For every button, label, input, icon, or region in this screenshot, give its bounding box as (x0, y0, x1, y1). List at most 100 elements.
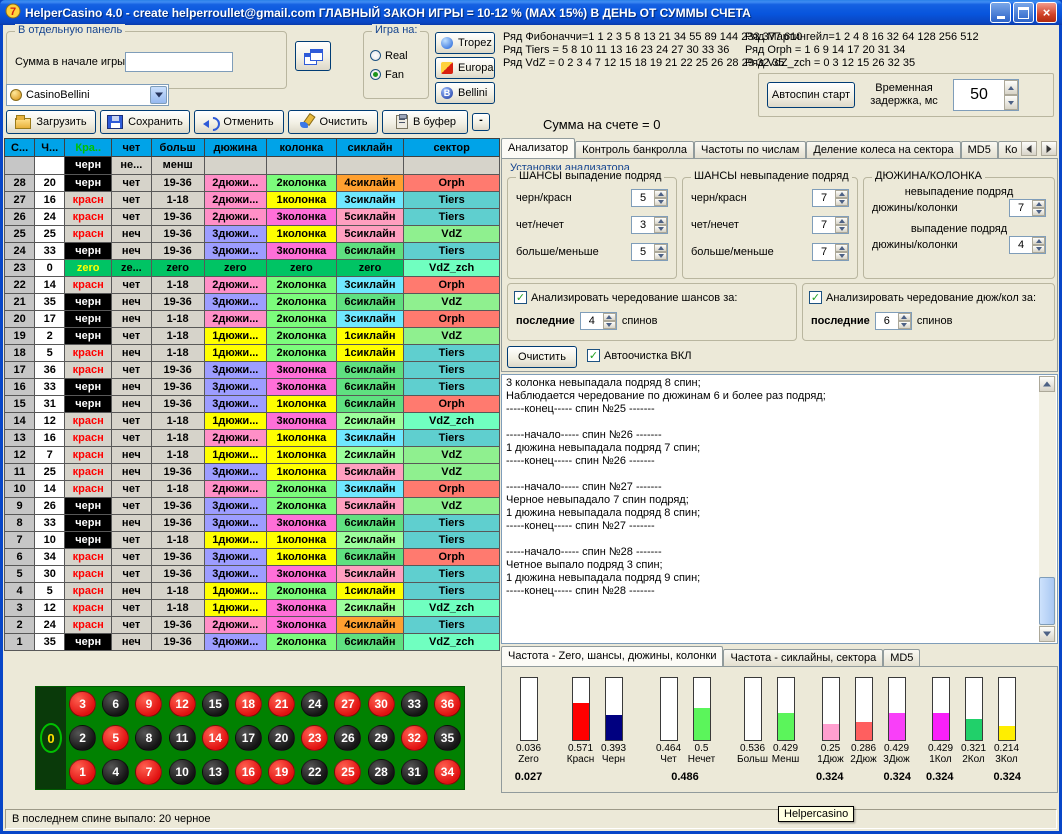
absent-1-spinner[interactable]: 7 (812, 216, 849, 234)
board-number-11[interactable]: 11 (169, 725, 196, 751)
board-number-28[interactable]: 28 (368, 759, 395, 785)
minimize-button[interactable] (990, 2, 1011, 23)
casino-button-bellini[interactable]: BBellini (435, 82, 495, 104)
spin-row-11[interactable]: 1125красннеч19-363дюжи...1колонка5сиклай… (5, 464, 500, 481)
spin-row-5[interactable]: 530краснчет19-363дюжи...3колонка5сиклайн… (5, 566, 500, 583)
board-number-20[interactable]: 20 (268, 725, 295, 751)
dozen-appear-spinner-value[interactable]: 4 (1010, 237, 1032, 253)
column-header-line[interactable]: сиклайн (336, 139, 404, 157)
tab-MD5[interactable]: MD5 (961, 141, 998, 158)
alt-dozens-spinner-value[interactable]: 6 (876, 313, 898, 329)
spin-row-10[interactable]: 1014краснчет1-182дюжи...2колонка3сиклайн… (5, 481, 500, 498)
alt-chances-spinner[interactable]: 4 (580, 312, 617, 330)
column-header-column[interactable]: колонка (267, 139, 337, 157)
board-number-16[interactable]: 16 (235, 759, 262, 785)
absent-2-spinner-up[interactable] (835, 244, 848, 252)
column-header-color[interactable]: Кра.. (65, 139, 112, 157)
maximize-button[interactable] (1013, 2, 1034, 23)
freq-tab-Частота - Zero, шансы, дюжины, колонки[interactable]: Частота - Zero, шансы, дюжины, колонки (501, 646, 723, 666)
board-number-19[interactable]: 19 (268, 759, 295, 785)
board-number-25[interactable]: 25 (334, 759, 361, 785)
alt-chances-checkbox[interactable]: ✓ (514, 291, 527, 304)
clear-button[interactable]: Очистить (288, 110, 378, 134)
spin-row-4[interactable]: 45красннеч1-181дюжи...2колонка1сиклайнTi… (5, 583, 500, 600)
freq-tab-MD5[interactable]: MD5 (883, 649, 920, 666)
absent-2-spinner-down[interactable] (835, 252, 848, 260)
dozen-appear-spinner-down[interactable] (1032, 245, 1045, 253)
clear-log-button[interactable]: Очистить (507, 346, 577, 368)
appear-2-spinner-up[interactable] (654, 244, 667, 252)
undo-button[interactable]: Отменить (194, 110, 284, 134)
spin-row-17[interactable]: 1736краснчет19-363дюжи...3колонка6сиклай… (5, 362, 500, 379)
column-header-number[interactable]: Ч... (35, 139, 65, 157)
board-number-9[interactable]: 9 (135, 691, 162, 717)
board-number-32[interactable]: 32 (401, 725, 428, 751)
start-sum-input[interactable] (125, 52, 233, 72)
tab-scroll-left[interactable] (1021, 141, 1037, 156)
buffer-button[interactable]: В буфер (382, 110, 468, 134)
board-number-34[interactable]: 34 (434, 759, 461, 785)
appear-1-spinner[interactable]: 3 (631, 216, 668, 234)
column-header-parity[interactable]: чет (112, 139, 152, 157)
spin-row-9[interactable]: 926чернчет19-363дюжи...2колонка5сиклайнV… (5, 498, 500, 515)
board-number-30[interactable]: 30 (368, 691, 395, 717)
alt-dozens-spinner-up[interactable] (898, 313, 911, 321)
board-number-17[interactable]: 17 (235, 725, 262, 751)
appear-0-spinner-up[interactable] (654, 190, 667, 198)
dozen-appear-spinner-up[interactable] (1032, 237, 1045, 245)
board-number-2[interactable]: 2 (69, 725, 96, 751)
appear-2-spinner[interactable]: 5 (631, 243, 668, 261)
board-zero[interactable]: 0 (40, 723, 62, 753)
spin-row-27[interactable]: 2716краснчет1-182дюжи...1колонка3сиклайн… (5, 192, 500, 209)
spin-row-2[interactable]: 224краснчет19-362дюжи...3колонка4сиклайн… (5, 617, 500, 634)
spin-row-18[interactable]: 185красннеч1-181дюжи...2колонка1сиклайнT… (5, 345, 500, 362)
spin-row-13[interactable]: 1316краснчет1-182дюжи...1колонка3сиклайн… (5, 430, 500, 447)
absent-2-spinner[interactable]: 7 (812, 243, 849, 261)
board-number-26[interactable]: 26 (334, 725, 361, 751)
alt-dozens-checkbox[interactable]: ✓ (809, 291, 822, 304)
spin-row-3[interactable]: 312краснчет1-181дюжи...3колонка2сиклайнV… (5, 600, 500, 617)
save-button[interactable]: Сохранить (100, 110, 190, 134)
radio-real[interactable] (370, 50, 381, 61)
absent-0-spinner-down[interactable] (835, 198, 848, 206)
radio-option-fan[interactable]: Fan (370, 65, 422, 84)
appear-0-spinner-down[interactable] (654, 198, 667, 206)
alt-chances-spinner-up[interactable] (603, 313, 616, 321)
board-number-13[interactable]: 13 (202, 759, 229, 785)
column-header-spin[interactable]: С... (5, 139, 35, 157)
tab-Контроль банкролла[interactable]: Контроль банкролла (575, 141, 694, 158)
dozen-absent-spinner-up[interactable] (1032, 200, 1045, 208)
column-header-range[interactable]: больш (151, 139, 204, 157)
spin-row-23[interactable]: 230zeroze...zerozerozerozeroVdZ_zch (5, 260, 500, 277)
combo-dropdown-arrow[interactable] (150, 86, 167, 104)
board-number-23[interactable]: 23 (301, 725, 328, 751)
absent-0-spinner[interactable]: 7 (812, 189, 849, 207)
close-button[interactable]: × (1036, 2, 1057, 23)
tab-Анализатор[interactable]: Анализатор (501, 138, 575, 158)
spin-row-6[interactable]: 634краснчет19-363дюжи...1колонка6сиклайн… (5, 549, 500, 566)
log-output[interactable]: 3 колонка невыпадала подряд 8 спин; Набл… (501, 374, 1058, 644)
appear-1-spinner-value[interactable]: 3 (632, 217, 654, 233)
board-number-36[interactable]: 36 (434, 691, 461, 717)
board-number-27[interactable]: 27 (334, 691, 361, 717)
spin-row-8[interactable]: 833черннеч19-363дюжи...3колонка6сиклайнT… (5, 515, 500, 532)
board-number-8[interactable]: 8 (135, 725, 162, 751)
absent-1-spinner-down[interactable] (835, 225, 848, 233)
scroll-up-button[interactable] (1039, 376, 1055, 392)
board-number-5[interactable]: 5 (102, 725, 129, 751)
collapse-button[interactable]: - (472, 113, 490, 131)
board-number-29[interactable]: 29 (368, 725, 395, 751)
spin-row-19[interactable]: 192чернчет1-181дюжи...2колонка1сиклайнVd… (5, 328, 500, 345)
board-number-35[interactable]: 35 (434, 725, 461, 751)
delay-spin-up[interactable] (1004, 80, 1018, 95)
board-number-3[interactable]: 3 (69, 691, 96, 717)
alt-dozens-spinner[interactable]: 6 (875, 312, 912, 330)
column-header-dozen[interactable]: дюжина (204, 139, 266, 157)
scroll-down-button[interactable] (1039, 626, 1055, 642)
radio-fan[interactable] (370, 69, 381, 80)
appear-0-spinner-value[interactable]: 5 (632, 190, 654, 206)
absent-1-spinner-up[interactable] (835, 217, 848, 225)
spin-row-7[interactable]: 710чернчет1-181дюжи...1колонка2сиклайнTi… (5, 532, 500, 549)
board-number-7[interactable]: 7 (135, 759, 162, 785)
appear-1-spinner-up[interactable] (654, 217, 667, 225)
